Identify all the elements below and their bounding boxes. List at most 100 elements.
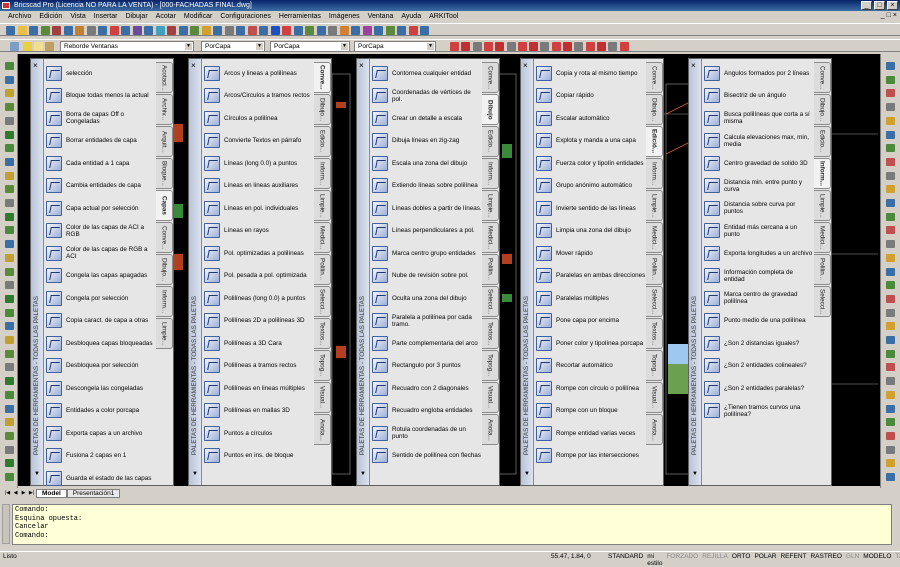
side-tool-icon[interactable] [886,267,895,276]
close-button[interactable]: × [887,1,898,10]
layer-freeze-icon[interactable] [34,42,43,51]
palette-tool[interactable]: Mover rápido [536,242,646,265]
side-tool-icon[interactable] [886,103,895,112]
palette-tab[interactable]: Conve... [314,62,331,93]
side-tool-icon[interactable] [5,349,14,358]
palette-tool[interactable]: Cada entidad a 1 capa [46,152,156,175]
side-tool-icon[interactable] [886,75,895,84]
mode-toggle[interactable]: POLAR [754,553,776,567]
palette-tool[interactable]: Líneas perpendiculares a pol. [372,220,482,243]
toolbar-tool-icon[interactable] [351,26,360,35]
side-tool-icon[interactable] [5,459,14,468]
palette-tool[interactable]: Copia caract. de capa a otras [46,310,156,333]
palette-tab[interactable]: Limpie... [482,190,499,221]
color-select[interactable]: PorCapa ▼ [201,41,265,52]
side-tool-icon[interactable] [886,240,895,249]
palette-tool[interactable]: Marca centro grupo entidades [372,242,482,265]
palette-tab[interactable]: Medici... [314,222,331,253]
toolbar-tool-icon[interactable] [109,26,119,35]
palette-tab[interactable]: Selecci... [482,286,499,317]
palette-tab[interactable]: Inform... [814,158,831,189]
toolbar-tool-icon[interactable] [6,26,15,35]
palette-tab[interactable]: Capas [156,190,173,221]
palette-title-bar[interactable]: × PALETAS DE HERRAMIENTAS - TODAS LAS PAL… [31,59,44,485]
toolbar-tool-icon[interactable] [178,26,188,35]
palette-tab[interactable]: Conve... [156,222,173,253]
palette-tool[interactable]: Guarda el estado de las capas [46,467,156,490]
palette-tab[interactable]: Visual... [482,382,499,413]
palette-tool[interactable]: Líneas en rayos [204,220,314,243]
mode-toggle[interactable]: REFENT [780,553,806,567]
palette-tab[interactable]: Anota... [646,414,663,445]
palette-tab[interactable]: Dibujo... [314,94,331,125]
side-tool-icon[interactable] [886,157,895,166]
side-tool-icon[interactable] [886,116,895,125]
palette-tab[interactable]: Medici... [646,222,663,253]
snap-tool-icon[interactable] [540,42,550,51]
palette-tool[interactable]: Angulos formados por 2 líneas [704,62,814,85]
palette-tool[interactable]: Copiar rápido [536,85,646,108]
palette-tab[interactable]: Topog... [314,350,331,381]
palette-tool[interactable]: Invierte sentido de las líneas [536,197,646,220]
side-tool-icon[interactable] [5,157,14,166]
snap-tool-icon[interactable] [529,42,539,51]
palette-tool[interactable]: Capa actual por selección [46,197,156,220]
palette-tab[interactable]: Edicio... [314,126,331,157]
side-tool-icon[interactable] [886,130,895,139]
side-tool-icon[interactable] [5,185,14,194]
palette-tool[interactable]: Rompe por las intersecciones [536,445,646,468]
toolbar-tool-icon[interactable] [40,26,50,35]
palette-tab[interactable]: Inform... [314,158,331,189]
palette-tab[interactable]: Edició... [646,126,663,157]
palette-tab[interactable]: Archiv... [156,94,173,125]
palette-tool[interactable]: Sentido de polilínea con flechas [372,445,482,468]
palette-tool[interactable]: Entidades a color porcapa [46,400,156,423]
palette-tool[interactable]: Líneas (long 0.0) a puntos [204,152,314,175]
tab-model[interactable]: Model [36,488,67,498]
toolbar-tool-icon[interactable] [259,26,268,35]
properties-icon[interactable]: ▼ [692,471,698,477]
snap-tool-icon[interactable] [517,42,527,51]
command-grip[interactable] [2,504,10,544]
side-tool-icon[interactable] [5,377,14,386]
toolbar-tool-icon[interactable] [385,26,395,35]
side-tool-icon[interactable] [5,445,14,454]
palette-tool[interactable]: Líneas en lineas auxiliares [204,175,314,198]
doc-close-button[interactable]: × [893,12,897,19]
palette-tool[interactable]: Escalar automático [536,107,646,130]
palette-tool[interactable]: Poner color y tipolínea porcapa [536,332,646,355]
layer-on-icon[interactable] [23,42,32,51]
toolbar-tool-icon[interactable] [374,26,383,35]
toolbar-tool-icon[interactable] [305,26,314,35]
side-tool-icon[interactable] [886,349,895,358]
snap-tool-icon[interactable] [619,42,629,51]
palette-tool[interactable]: Rotula coordenadas de un punto [372,422,482,445]
side-tool-icon[interactable] [886,253,895,262]
side-tool-icon[interactable] [886,390,895,399]
toolbar-tool-icon[interactable] [201,26,211,35]
side-tool-icon[interactable] [886,199,895,207]
toolbar-tool-icon[interactable] [63,26,73,35]
side-tool-icon[interactable] [5,363,14,372]
palette-tool[interactable]: Paralela a polilínea por cada tramo. [372,310,482,333]
menu-item[interactable]: Vista [66,13,89,20]
mode-toggle[interactable]: mi estilo [647,553,662,567]
mode-toggle[interactable]: FORZADO [666,553,698,567]
toolbar-tool-icon[interactable] [155,26,165,35]
palette-tool[interactable]: ¿Son 2 entidades colineales? [704,355,814,378]
mode-toggle[interactable]: MODELO [863,553,891,567]
side-tool-icon[interactable] [5,390,14,399]
doc-restore-button[interactable]: □ [887,12,891,19]
palette-tool[interactable]: ¿Son 2 entidades paralelas? [704,377,814,400]
prev-tab-icon[interactable]: ◀ [12,490,19,497]
menu-item[interactable]: Insertar [90,13,122,20]
palette-tool[interactable]: Desbloquea capas bloqueadas [46,332,156,355]
properties-icon[interactable]: ▼ [524,471,530,477]
palette-tool[interactable]: Calcula elevaciones max, min, media [704,130,814,153]
side-tool-icon[interactable] [5,418,14,427]
side-tool-icon[interactable] [886,212,895,221]
palette-title-bar[interactable]: × PALETAS DE HERRAMIENTAS - TODAS LAS PAL… [689,59,702,485]
palette-tool[interactable]: Exporta longitudes a un archivo [704,242,814,265]
properties-icon[interactable]: ▼ [34,471,40,477]
palette-tool[interactable]: Polilíneas (long 0.0) a puntos [204,287,314,310]
